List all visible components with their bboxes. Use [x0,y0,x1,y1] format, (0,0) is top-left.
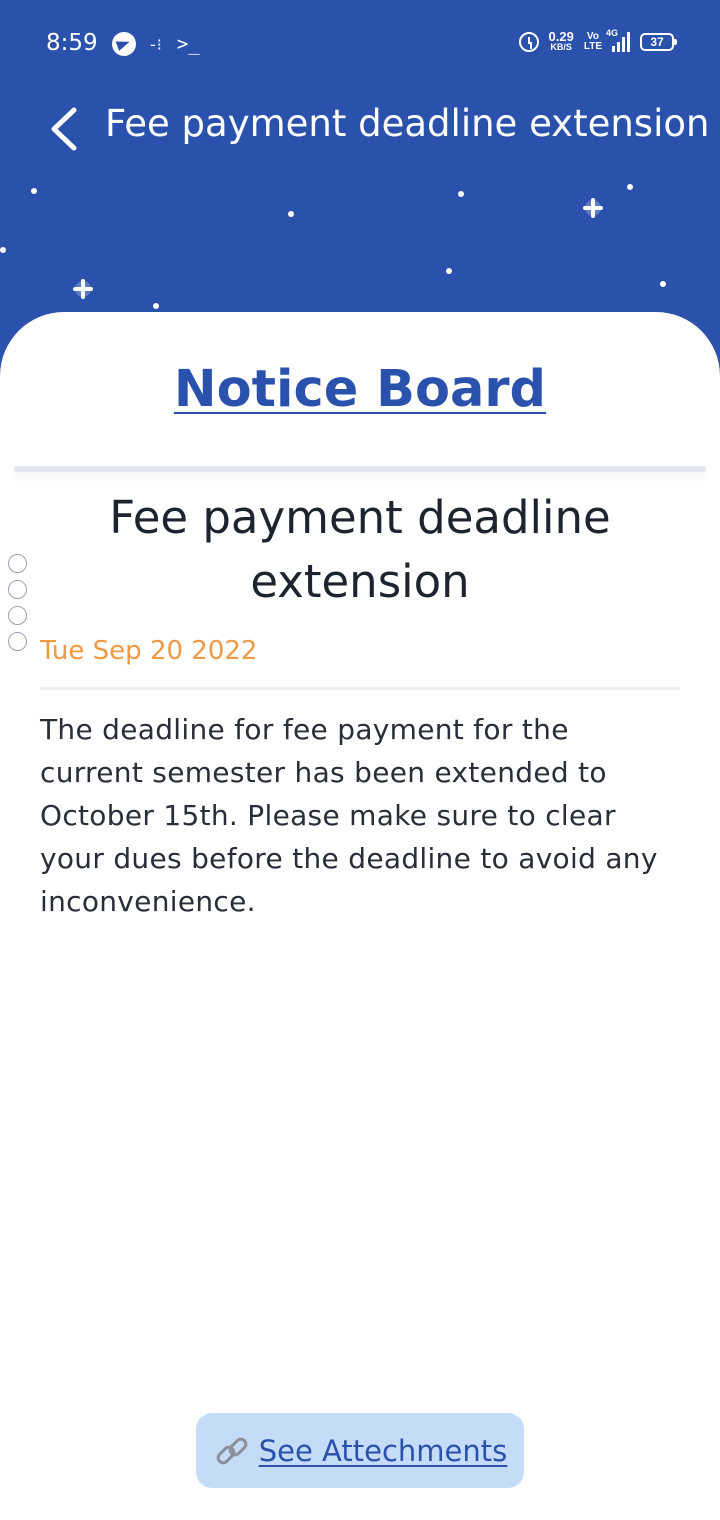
status-time: 8:59 [46,30,98,56]
star-decoration [153,303,159,309]
alarm-icon [518,32,539,52]
star-decoration [288,211,294,217]
battery-icon: 37 [640,33,677,51]
star-decoration [0,247,6,253]
star-decoration [31,188,37,194]
network-speed: 0.29 KB/S [548,29,574,53]
back-arrow-icon[interactable] [46,106,82,152]
terminal-icon: >_ [176,33,200,55]
signal-icon: 4G [606,28,630,52]
dot-icon [8,632,27,651]
dot-icon [8,554,27,573]
header-banner: 8:59 -⁝ >_ 0.29 KB/S Vo LTE 4G 37 Fee pa… [0,0,720,340]
notice-date: Tue Sep 20 2022 [40,636,258,666]
network-speed-value: 0.29 [548,29,574,44]
notice-title: Fee payment deadline extension [109,491,611,608]
dot-icon [8,606,27,625]
nav-title: Fee payment deadline extension [105,102,710,145]
sparkle-icon [581,196,605,220]
status-bar: 8:59 -⁝ >_ 0.29 KB/S Vo LTE 4G 37 [0,0,720,88]
notice-body: The deadline for fee payment for the cur… [40,713,658,918]
telegram-icon [112,32,136,56]
top-nav: Fee payment deadline extension [0,92,720,162]
dot-icon [8,580,27,599]
network-speed-unit: KB/S [550,42,572,52]
volte-icon: Vo LTE [584,32,602,52]
data-dots-icon: -⁝ [150,34,163,54]
notice-card: Notice Board Fee payment deadline extens… [0,312,720,1520]
battery-level: 37 [650,35,664,49]
volte-bottom: LTE [583,41,602,52]
star-decoration [446,268,452,274]
side-dots-decoration [8,554,27,651]
star-decoration [660,281,666,287]
link-icon [216,1437,248,1464]
see-attachments-button[interactable]: See Attechments [196,1413,524,1488]
date-divider [40,687,680,690]
status-left-icons: -⁝ >_ [112,30,200,58]
status-right-icons: 0.29 KB/S Vo LTE 4G 37 [518,28,677,53]
see-attachments-label: See Attechments [258,1433,508,1468]
star-decoration [627,184,633,190]
star-decoration [458,191,464,197]
notice-board-title[interactable]: Notice Board [0,360,720,419]
header-divider [14,466,706,472]
network-type: 4G [606,28,619,38]
sparkle-icon [71,277,95,301]
